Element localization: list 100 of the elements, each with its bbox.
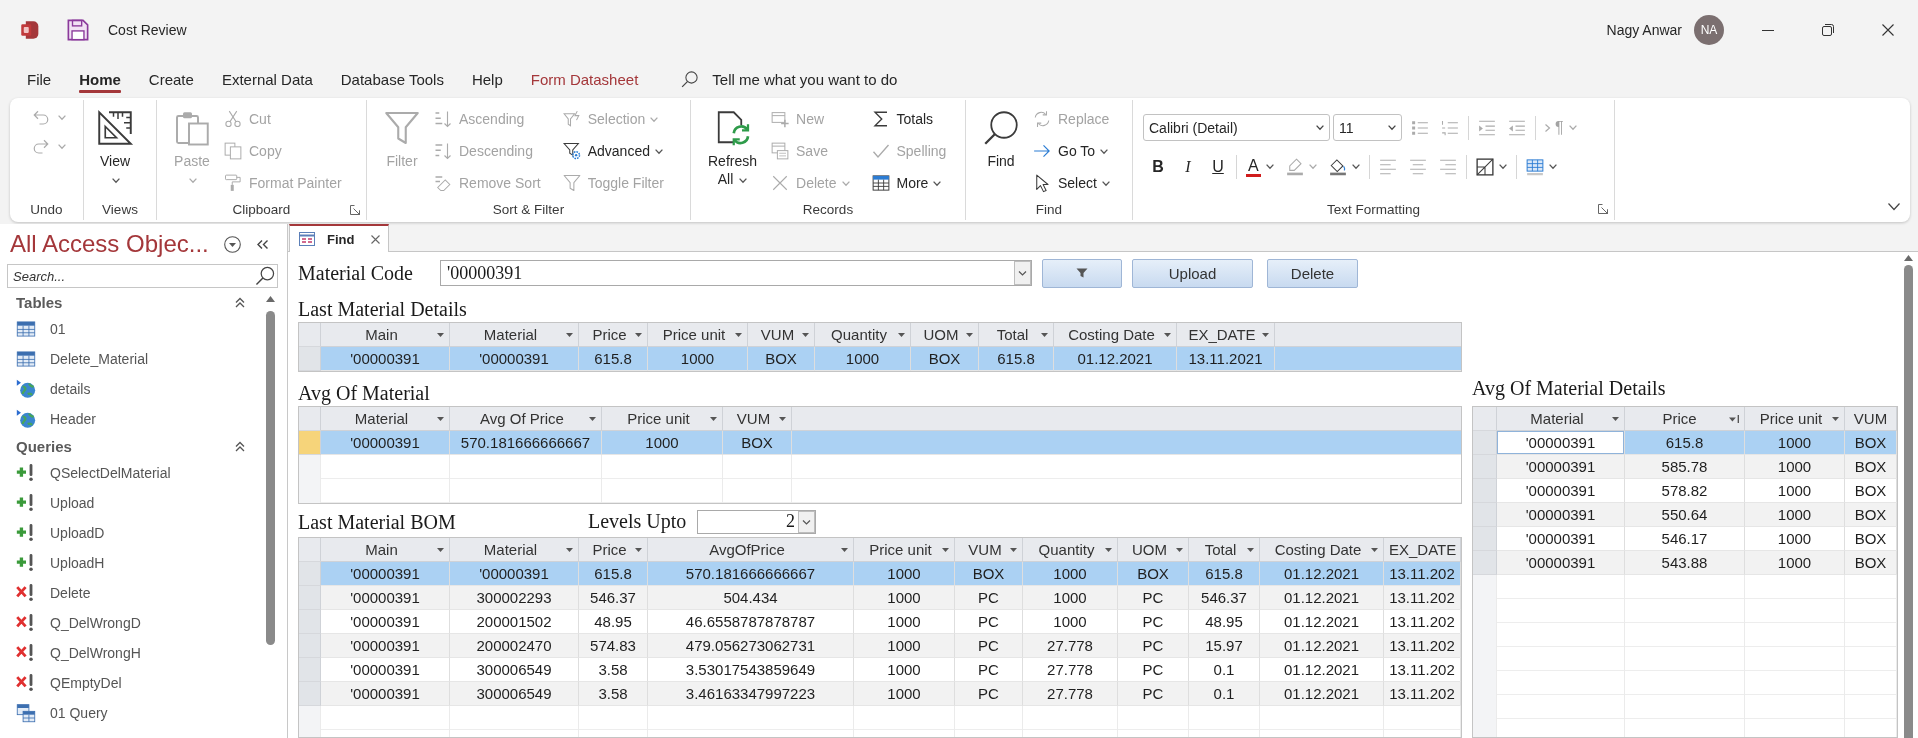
ribbon-tab[interactable]: Create: [135, 63, 207, 95]
close-icon[interactable]: [371, 234, 380, 244]
restore-icon[interactable]: [1822, 24, 1834, 36]
totals-button[interactable]: Totals: [871, 103, 947, 135]
scissors-icon: [224, 110, 242, 128]
nav-group-header[interactable]: Queries: [16, 437, 72, 455]
double-chevron-up-icon[interactable]: [235, 440, 245, 452]
select-all-button[interactable]: [299, 407, 321, 431]
italic-button[interactable]: I: [1173, 152, 1203, 181]
table-row[interactable]: '00000391 300006549 3.58 3.46163347997223 1000 PC 27.778 PC 0.1 01.12.2021 13.11.202: [299, 682, 1461, 706]
nav-pane-title[interactable]: All Access Objec...: [10, 230, 224, 258]
nav-group-header[interactable]: Tables: [16, 293, 63, 311]
chevron-down-icon[interactable]: [1888, 203, 1900, 210]
table-row[interactable]: '00000391 543.88 1000 BOX: [1473, 551, 1897, 575]
nav-item[interactable]: Delete: [0, 578, 263, 608]
material-code-dropdown[interactable]: '00000391: [440, 260, 1032, 286]
nav-item[interactable]: 01 Query: [0, 698, 263, 728]
refresh-all-button[interactable]: Refresh All: [704, 100, 762, 188]
font-name-dropdown[interactable]: Calibri (Detail): [1143, 114, 1330, 141]
delete-button[interactable]: Delete: [1267, 258, 1358, 288]
search-icon[interactable]: [681, 70, 700, 88]
record-selector[interactable]: [1473, 527, 1497, 551]
record-selector[interactable]: [1473, 503, 1497, 527]
record-selector[interactable]: [299, 634, 321, 658]
nav-item[interactable]: Upload: [0, 488, 263, 518]
dialog-launcher-icon[interactable]: [350, 204, 360, 215]
select-all-button[interactable]: [299, 538, 321, 562]
nav-item[interactable]: Header: [0, 404, 263, 434]
advanced-button[interactable]: Advanced: [562, 135, 664, 167]
ribbon-tab[interactable]: Database Tools: [327, 63, 457, 95]
ribbon-tab[interactable]: Home: [66, 63, 134, 95]
nav-item[interactable]: UploadH: [0, 548, 263, 578]
record-selector[interactable]: [299, 347, 321, 371]
scrollbar-thumb[interactable]: [265, 311, 275, 645]
table-cell: '00000391: [321, 347, 450, 371]
view-button[interactable]: View: [93, 100, 137, 188]
record-selector[interactable]: [1473, 551, 1497, 575]
save-record-icon: [771, 142, 790, 160]
record-selector[interactable]: [1473, 455, 1497, 479]
table-row[interactable]: '00000391 200002470 574.83 479.056273062731 1000 PC 27.778 PC 15.97 01.12.2021 13.11.202: [299, 634, 1461, 658]
scrollbar-thumb[interactable]: [1903, 265, 1913, 738]
find-button[interactable]: Find: [979, 100, 1023, 170]
user-avatar[interactable]: NA: [1694, 15, 1724, 45]
table-row[interactable]: '00000391 '00000391 615.8 1000 BOX 1000 BOX 615.8 01.12.2021 13.11.2021: [299, 347, 1461, 371]
tell-me-search-field[interactable]: Tell me what you want to do: [712, 70, 943, 88]
record-selector[interactable]: [1473, 431, 1497, 455]
record-selector[interactable]: [299, 562, 321, 586]
record-selector[interactable]: [299, 658, 321, 682]
table-row[interactable]: '00000391 300002293 546.37 504.434 1000 PC 1000 PC 546.37 01.12.2021 13.11.202: [299, 586, 1461, 610]
font-color-button[interactable]: A: [1240, 152, 1280, 181]
double-chevron-up-icon[interactable]: [235, 296, 245, 308]
filter-button[interactable]: [1042, 258, 1122, 288]
circle-dropdown-icon[interactable]: [224, 235, 241, 253]
search-field[interactable]: Search...: [7, 264, 278, 288]
nav-item[interactable]: QEmptyDel: [0, 668, 263, 698]
table-row[interactable]: '00000391 '00000391 615.8 570.181666666667 1000 BOX 1000 BOX 615.8 01.12.2021 13.11.202: [299, 562, 1461, 586]
underline-button[interactable]: U: [1203, 152, 1233, 181]
x-exclamation-icon: [16, 673, 36, 693]
document-tab[interactable]: Find: [289, 224, 389, 252]
nav-item[interactable]: Q_DelWrongD: [0, 608, 263, 638]
table-row[interactable]: '00000391 585.78 1000 BOX: [1473, 455, 1897, 479]
go-to-button[interactable]: Go To: [1033, 135, 1110, 167]
table-row[interactable]: '00000391 570.181666666667 1000 BOX: [299, 431, 1461, 455]
select-button[interactable]: Select: [1033, 167, 1110, 199]
levels-dropdown[interactable]: 2: [697, 509, 816, 534]
scroll-up-arrow-icon[interactable]: [1903, 255, 1913, 261]
minimize-icon[interactable]: [1762, 29, 1774, 31]
bold-button[interactable]: B: [1143, 152, 1173, 181]
record-selector[interactable]: [299, 610, 321, 634]
nav-item[interactable]: details: [0, 374, 263, 404]
nav-item[interactable]: Q_DelWrongH: [0, 638, 263, 668]
nav-item[interactable]: Delete_Material: [0, 344, 263, 374]
record-selector[interactable]: [299, 586, 321, 610]
nav-item[interactable]: UploadD: [0, 518, 263, 548]
record-selector[interactable]: [299, 431, 321, 455]
nav-item[interactable]: QSelectDelMaterial: [0, 458, 263, 488]
funnel-gear-icon: [562, 142, 581, 160]
double-chevron-left-icon[interactable]: [257, 239, 268, 249]
save-icon[interactable]: [67, 19, 89, 41]
upload-button[interactable]: Upload: [1132, 258, 1253, 288]
select-all-button[interactable]: [299, 323, 321, 347]
nav-item[interactable]: 01: [0, 314, 263, 344]
more-button[interactable]: More: [871, 167, 947, 199]
font-size-dropdown[interactable]: 11: [1333, 114, 1402, 141]
record-selector[interactable]: [299, 682, 321, 706]
table-cell: 01.12.2021: [1260, 586, 1384, 610]
record-selector[interactable]: [1473, 479, 1497, 503]
ribbon-tab[interactable]: External Data: [208, 63, 326, 95]
outdent-icon: [1508, 118, 1526, 137]
table-row[interactable]: '00000391 615.8 1000 BOX: [1473, 431, 1897, 455]
table-row[interactable]: '00000391 550.64 1000 BOX: [1473, 503, 1897, 527]
ribbon-tab[interactable]: Form Datasheet: [517, 63, 652, 95]
search-icon[interactable]: [255, 266, 275, 286]
close-icon[interactable]: [1882, 24, 1894, 36]
dialog-launcher-icon[interactable]: [1598, 204, 1608, 214]
ribbon-tab[interactable]: Help: [458, 63, 516, 95]
ribbon-tab[interactable]: File: [14, 63, 65, 95]
table-cell: PC: [955, 634, 1023, 658]
scroll-up-arrow-icon[interactable]: [265, 296, 275, 302]
select-all-button[interactable]: [1473, 407, 1497, 431]
